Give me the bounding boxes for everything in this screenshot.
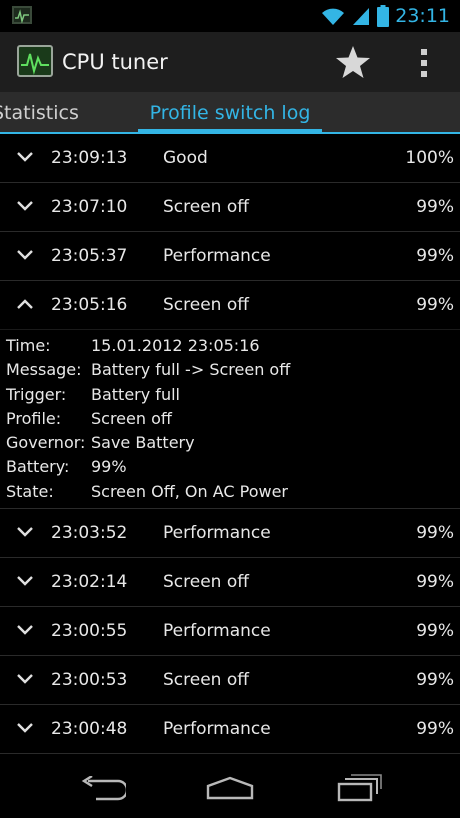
- log-time: 23:00:55: [51, 621, 128, 642]
- log-profile: Performance: [163, 246, 271, 266]
- log-time: 23:03:52: [51, 523, 128, 544]
- status-bar: 23:11: [0, 0, 460, 32]
- log-profile: Screen off: [163, 295, 249, 315]
- detail-value: Battery full: [91, 384, 180, 404]
- log-battery: 99%: [416, 295, 454, 315]
- profile-switch-log-list: 23:09:13 Good 100% 23:07:10 Screen off 9…: [0, 134, 460, 755]
- detail-row-trigger: Trigger: Battery full: [6, 383, 460, 407]
- app-title: CPU tuner: [62, 50, 168, 74]
- log-battery: 99%: [416, 670, 454, 691]
- detail-value: 15.01.2012 23:05:16: [91, 336, 260, 355]
- log-profile: Good: [163, 148, 208, 168]
- tab-profile-switch-log[interactable]: Profile switch log: [138, 92, 322, 134]
- log-time: 23:05:37: [51, 246, 128, 266]
- log-entry-details: Time: 15.01.2012 23:05:16 Message: Batte…: [0, 330, 460, 510]
- log-row[interactable]: 23:02:14 Screen off 99%: [0, 558, 460, 608]
- log-battery: 99%: [416, 621, 454, 642]
- chevron-down-icon[interactable]: [16, 623, 34, 637]
- recent-apps-icon[interactable]: [336, 774, 382, 802]
- detail-label: State:: [6, 481, 54, 501]
- chevron-down-icon[interactable]: [16, 672, 34, 686]
- chevron-down-icon[interactable]: [16, 150, 34, 164]
- log-battery: 99%: [416, 572, 454, 593]
- detail-value: Screen off: [91, 408, 172, 428]
- log-row[interactable]: 23:00:55 Performance 99%: [0, 607, 460, 657]
- notification-app-icon: [12, 6, 32, 24]
- wifi-icon: [322, 8, 345, 25]
- tab-bar: Statistics Profile switch log: [0, 92, 460, 134]
- detail-label: Battery:: [6, 457, 70, 477]
- chevron-down-icon[interactable]: [16, 248, 34, 262]
- action-bar: CPU tuner: [0, 32, 460, 92]
- log-battery: 99%: [416, 246, 454, 266]
- detail-row-profile: Profile: Screen off: [6, 407, 460, 431]
- log-battery: 100%: [405, 148, 454, 168]
- chevron-down-icon[interactable]: [16, 525, 34, 539]
- log-battery: 99%: [416, 719, 454, 740]
- detail-value: 99%: [91, 457, 127, 477]
- log-row[interactable]: 23:03:52 Performance 99%: [0, 509, 460, 559]
- back-icon[interactable]: [78, 776, 126, 802]
- log-row[interactable]: 23:00:48 Performance 99%: [0, 705, 460, 755]
- log-row[interactable]: 23:00:53 Screen off 99%: [0, 656, 460, 706]
- detail-label: Message:: [6, 360, 82, 380]
- log-time: 23:02:14: [51, 572, 128, 593]
- overflow-menu-icon[interactable]: [412, 46, 436, 80]
- chevron-down-icon[interactable]: [16, 574, 34, 588]
- log-time: 23:00:53: [51, 670, 128, 691]
- detail-label: Profile:: [6, 408, 62, 428]
- log-row[interactable]: 23:09:13 Good 100%: [0, 134, 460, 183]
- log-profile: Performance: [163, 621, 271, 642]
- detail-row-governor: Governor: Save Battery: [6, 431, 460, 455]
- battery-icon: [377, 5, 390, 27]
- chevron-down-icon[interactable]: [16, 199, 34, 213]
- status-time: 23:11: [395, 5, 450, 27]
- detail-value: Screen Off, On AC Power: [91, 481, 288, 501]
- detail-row-battery: Battery: 99%: [6, 455, 460, 479]
- navigation-bar: [0, 758, 460, 818]
- detail-row-message: Message: Battery full -> Screen off: [6, 358, 460, 382]
- chevron-down-icon[interactable]: [16, 721, 34, 735]
- log-row[interactable]: 23:07:10 Screen off 99%: [0, 183, 460, 232]
- detail-value: Battery full -> Screen off: [91, 360, 291, 380]
- detail-label: Time:: [6, 336, 51, 355]
- log-profile: Screen off: [163, 670, 249, 691]
- tab-statistics[interactable]: Statistics: [0, 92, 79, 134]
- log-battery: 99%: [416, 523, 454, 544]
- log-row[interactable]: 23:05:37 Performance 99%: [0, 232, 460, 281]
- log-profile: Performance: [163, 719, 271, 740]
- detail-row-state: State: Screen Off, On AC Power: [6, 480, 460, 504]
- log-battery: 99%: [416, 197, 454, 217]
- log-time: 23:00:48: [51, 719, 128, 740]
- detail-label: Governor:: [6, 433, 86, 453]
- detail-label: Trigger:: [6, 384, 67, 404]
- chevron-up-icon[interactable]: [16, 297, 34, 311]
- favorite-star-icon[interactable]: [334, 44, 372, 80]
- signal-icon: [353, 8, 370, 25]
- log-profile: Screen off: [163, 197, 249, 217]
- home-icon[interactable]: [205, 776, 255, 800]
- log-profile: Screen off: [163, 572, 249, 593]
- detail-row-time: Time: 15.01.2012 23:05:16: [6, 334, 460, 358]
- log-time: 23:05:16: [51, 295, 128, 315]
- log-time: 23:07:10: [51, 197, 128, 217]
- log-time: 23:09:13: [51, 148, 128, 168]
- cpu-tuner-logo-icon: [17, 45, 53, 77]
- log-row-expanded[interactable]: 23:05:16 Screen off 99%: [0, 281, 460, 330]
- log-profile: Performance: [163, 523, 271, 544]
- detail-value: Save Battery: [91, 433, 195, 453]
